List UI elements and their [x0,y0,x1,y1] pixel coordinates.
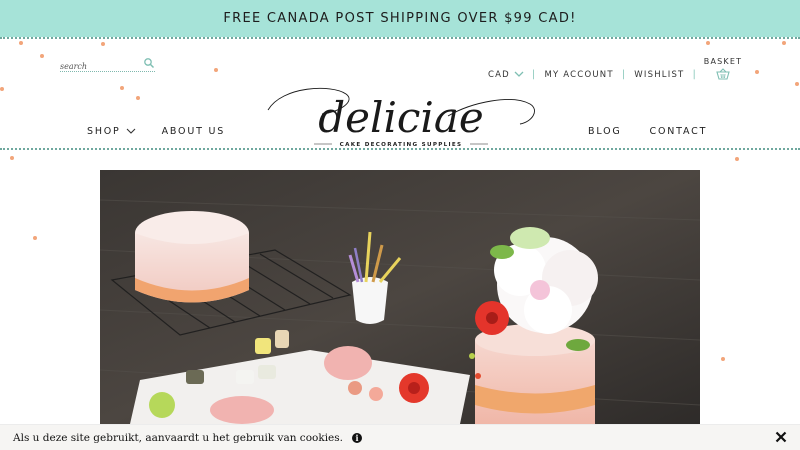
chevron-down-icon [514,71,524,77]
shipping-banner: FREE CANADA POST SHIPPING OVER $99 CAD! [0,0,800,37]
confetti-dot [120,86,124,90]
hero-image[interactable] [100,170,700,424]
confetti-dot [40,54,44,58]
search-icon[interactable] [143,57,155,69]
shipping-banner-text: FREE CANADA POST SHIPPING OVER $99 CAD! [223,11,577,26]
search-input[interactable] [60,59,140,74]
confetti-dot [214,68,218,72]
chevron-down-icon [126,128,135,134]
basket-button[interactable]: BASKET [703,57,743,80]
confetti-dot [755,70,759,74]
nav-shop-label: SHOP [87,126,121,137]
wishlist-link[interactable]: WISHLIST [634,70,684,80]
cookie-notice-text: Als u deze site gebruikt, aanvaardt u he… [13,431,343,444]
nav-separator: | [692,69,698,80]
confetti-dot [721,357,725,361]
currency-selector[interactable]: CAD [488,70,524,80]
utility-nav: CAD | MY ACCOUNT | WISHLIST | [488,69,705,80]
confetti-dot [33,236,37,240]
main-nav-left: SHOP ABOUT US [87,126,225,137]
currency-label: CAD [488,69,510,80]
logo-wordmark: deliciae [318,93,483,142]
basket-label: BASKET [703,57,743,66]
confetti-dot [19,41,23,45]
nav-about-us[interactable]: ABOUT US [162,126,226,137]
my-account-link[interactable]: MY ACCOUNT [544,70,613,80]
nav-separator: | [531,69,537,80]
confetti-dot [136,96,140,100]
banner-divider [0,37,800,39]
nav-shop[interactable]: SHOP [87,126,136,137]
nav-divider [0,148,800,150]
nav-separator: | [621,69,627,80]
nav-contact[interactable]: CONTACT [650,126,708,137]
main-nav-right: BLOG CONTACT [588,126,707,137]
confetti-dot [795,82,799,86]
cookie-bar: Als u deze site gebruikt, aanvaardt u he… [0,424,800,450]
search-box [60,56,155,74]
confetti-dot [101,42,105,46]
confetti-dot [706,41,710,45]
confetti-dot [735,157,739,161]
info-icon[interactable]: i [352,432,362,443]
close-icon[interactable] [775,431,787,443]
confetti-dot [10,156,14,160]
confetti-dot [782,41,786,45]
nav-blog[interactable]: BLOG [588,126,622,137]
basket-icon [716,68,730,80]
confetti-dot [0,87,4,91]
